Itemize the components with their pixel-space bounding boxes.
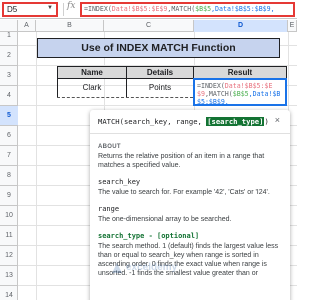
row-header-4[interactable]: 4: [0, 86, 18, 106]
row-header-7[interactable]: 7: [0, 146, 18, 166]
row-header-13[interactable]: 13: [0, 266, 18, 286]
formula-bar: D5 ▼ fx =INDEX(Data!$B$5:$E$9,MATCH($B$5…: [0, 0, 297, 19]
table-border-left: [57, 78, 58, 98]
row-header-11[interactable]: 11: [0, 226, 18, 246]
formula-bar-divider: [63, 3, 64, 16]
editor-part: $B$5: [232, 90, 249, 98]
arg-name: search_key: [98, 178, 141, 186]
watermark: exceldemy: [110, 260, 210, 276]
name-box-value: D5: [7, 5, 18, 14]
column-header-bar: A B C D E: [0, 20, 297, 32]
formula-part: Data!$B$5:$E$9: [111, 5, 168, 13]
editor-part: ,MATCH(: [204, 90, 233, 98]
column-header-e[interactable]: E: [288, 20, 297, 32]
about-label: ABOUT: [98, 144, 121, 150]
column-header-a[interactable]: A: [18, 20, 36, 32]
watermark-text: exceldemy: [126, 262, 178, 273]
row-header-5[interactable]: 5: [0, 106, 18, 126]
cell-b5[interactable]: Clark: [57, 78, 127, 98]
row-header-bar: 1 2 3 4 5 6 7 8 9 10 11 12 13 14: [0, 32, 18, 300]
chevron-down-icon[interactable]: ▼: [47, 5, 53, 11]
signature-prefix: MATCH(search_key, range,: [98, 117, 207, 126]
formula-part: $B$5: [195, 5, 212, 13]
arg-description: The one-dimensional array to be searched…: [98, 216, 232, 223]
editor-part: =INDEX(: [197, 82, 225, 90]
function-signature: MATCH(search_key, range, [search_type]): [98, 117, 269, 126]
about-text: Returns the relative position of an item…: [98, 153, 265, 169]
signature-active-arg: [search_type]: [206, 117, 265, 126]
cell-c5[interactable]: Points: [126, 78, 194, 98]
row-header-3[interactable]: 3: [0, 66, 18, 86]
row-header-14[interactable]: 14: [0, 286, 18, 300]
row-header-10[interactable]: 10: [0, 206, 18, 226]
name-box[interactable]: D5 ▼: [2, 2, 58, 17]
formula-part: ,MATCH(: [167, 5, 196, 13]
row-header-2[interactable]: 2: [0, 46, 18, 66]
sheet-title: Use of INDEX MATCH Function: [37, 38, 280, 58]
fx-icon: fx: [67, 1, 76, 11]
watermark-logo-icon: [112, 263, 122, 273]
column-header-d[interactable]: D: [194, 20, 288, 32]
formula-part: ,Data!$B$5:$B$9,: [211, 5, 275, 13]
collapse-icon[interactable]: ×: [275, 115, 280, 125]
row-header-1[interactable]: 1: [0, 26, 18, 46]
arg-name: range: [98, 205, 120, 213]
column-header-c[interactable]: C: [104, 20, 194, 32]
formula-part: =INDEX(: [84, 5, 112, 13]
row-header-8[interactable]: 8: [0, 166, 18, 186]
arg-description: The value to search for. For example '42…: [98, 189, 270, 196]
row-header-12[interactable]: 12: [0, 246, 18, 266]
row-header-6[interactable]: 6: [0, 126, 18, 146]
column-header-b[interactable]: B: [36, 20, 104, 32]
signature-suffix: ): [264, 117, 269, 126]
tooltip-body: ABOUT Returns the relative position of a…: [98, 140, 284, 278]
table-border-mid: [126, 78, 127, 98]
tooltip-header: MATCH(search_key, range, [search_type]) …: [90, 110, 290, 134]
table-bottom-border: [57, 97, 193, 98]
formula-input[interactable]: =INDEX(Data!$B$5:$E$9,MATCH($B$5,Data!$B…: [80, 2, 295, 17]
cell-d5-editor[interactable]: =INDEX(Data!$B$5:$E$9,MATCH($B$5,Data!$B…: [193, 78, 287, 106]
row-header-9[interactable]: 9: [0, 186, 18, 206]
arg-name: search_type - [optional]: [98, 232, 200, 240]
tooltip-fade: [90, 276, 290, 300]
